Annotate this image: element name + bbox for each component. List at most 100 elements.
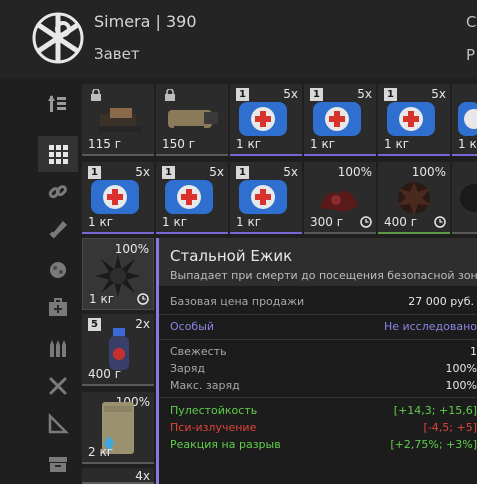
tooltip-title: Стальной Ежик [170,247,293,265]
lock-icon [165,89,175,101]
inventory-item-injector[interactable]: 5 2x 400 г [82,314,154,386]
max-charge-value: 100% [445,379,477,392]
weapon-icon [49,221,67,239]
inventory-item-medkit[interactable]: 1 5x 1 кг [378,84,450,156]
stat-bullet-resistance-value: [+14,3; +15,6] [393,404,477,417]
charge-label: Заряд [170,362,205,375]
rarity-label: Особый [170,320,215,333]
lock-icon [91,89,101,101]
category-attachments-button[interactable] [38,174,78,210]
inventory-item-medkit[interactable]: 1 5x 1 кг [82,162,154,234]
inventory-item-steel-hedgehog[interactable]: 100% 1 кг [82,238,154,310]
base-price-value: 27 000 руб. [408,295,474,308]
faction-name: Завет [94,45,140,63]
inventory-item-medkit[interactable]: 1 5x 1 кг [156,162,228,234]
item-count: 5x [283,165,298,179]
research-status: Не исследовано [383,320,477,333]
inventory-item-medkit[interactable]: 1 к [452,84,477,156]
stat-rupture-reaction-label: Реакция на разрыв [170,438,281,451]
category-sidebar [38,84,78,484]
stat-psy-radiation-label: Пси-излучение [170,421,257,434]
header-right-bottom: P [466,46,476,64]
divider [159,397,477,398]
item-tooltip: Стальной Ежик Выпадает при смерти до пос… [156,238,477,484]
scope-mount-icon [98,108,142,132]
box-icon [49,457,67,472]
artifact-item-icon [460,184,477,212]
item-weight: 1 кг [384,137,410,151]
inventory-item-container[interactable]: 100% 2 кг [82,392,154,464]
inventory-item[interactable]: 4x [82,468,154,484]
medkit-item-icon [313,102,361,136]
item-weight: 1 к [458,137,477,151]
item-weight: 115 г [88,137,122,151]
stat-rupture-reaction-value: [+2,75%; +3%] [390,438,477,451]
item-count: 5x [135,165,150,179]
category-misc-button[interactable] [38,406,78,442]
freshness-label: Свежесть [170,345,227,358]
spiky-artifact-icon [95,255,141,297]
sort-icon [48,95,66,112]
level-badge: 5 [88,318,101,331]
grid-icon [49,145,68,164]
item-durability: 100% [411,165,446,179]
inventory-item-artifact[interactable]: 100% 300 г [304,162,376,234]
stat-psy-radiation-value: [-4,5; +5] [423,421,477,434]
ammo-icon [50,340,66,357]
item-durability: 100% [337,165,372,179]
inventory-item-artifact[interactable] [452,162,477,234]
artifact-item-icon [320,190,358,212]
tooltip-header: Стальной Ежик Выпадает при смерти до пос… [159,238,477,286]
category-containers-button[interactable] [38,446,78,482]
item-weight: 300 г [310,215,344,229]
charge-value: 100% [445,362,477,375]
inventory-item-medkit[interactable]: 1 5x 1 кг [304,84,376,156]
inventory-item-attachment[interactable]: 150 г [156,84,228,156]
category-ammo-button[interactable] [38,330,78,366]
item-weight: 1 кг [88,215,114,229]
clock-icon [434,216,446,228]
max-charge-label: Макс. заряд [170,379,240,392]
medkit-item-icon [239,180,287,214]
item-weight: 1 кг [236,137,262,151]
item-durability: 100% [114,242,149,256]
category-medicine-button[interactable] [38,290,78,326]
sort-button[interactable] [38,86,78,122]
category-weapons-button[interactable] [38,212,78,248]
item-count: 5x [431,87,446,101]
player-name: Simera | 390 [94,12,197,31]
inventory-item-medkit[interactable]: 1 5x 1 кг [230,84,302,156]
category-artifacts-button[interactable] [38,252,78,288]
category-all-button[interactable] [38,136,78,172]
inventory-item-attachment[interactable]: 115 г [82,84,154,156]
tools-icon [49,377,67,395]
clock-icon [360,216,372,228]
medkit-item-icon [91,180,139,214]
medkit-icon [49,298,67,316]
base-price-label: Базовая цена продажи [170,295,305,308]
artifact-icon [50,262,66,278]
medkit-item-icon [458,102,477,136]
inventory-item-medkit[interactable]: 1 5x 1 кг [230,162,302,234]
category-tools-button[interactable] [38,368,78,404]
injector-item-icon [109,328,129,370]
clock-icon [137,293,149,305]
link-icon [48,185,67,199]
divider [159,339,477,340]
item-count: 2x [135,317,150,331]
ruler-icon [48,413,69,434]
sight-icon [168,110,218,132]
faction-logo-icon [32,12,84,64]
item-weight: 1 кг [89,292,115,306]
item-weight: 150 г [162,137,196,151]
header-right-top: C [466,13,477,31]
item-count: 5x [357,87,372,101]
medkit-item-icon [239,102,287,136]
freshness-value: 1 [470,345,477,358]
inventory-item-artifact[interactable]: 100% 400 г [378,162,450,234]
tooltip-description: Выпадает при смерти до посещения безопас… [170,269,477,282]
divider [159,314,477,315]
item-weight: 1 кг [162,215,188,229]
item-count: 4x [135,469,150,483]
item-weight: 2 кг [88,445,114,459]
